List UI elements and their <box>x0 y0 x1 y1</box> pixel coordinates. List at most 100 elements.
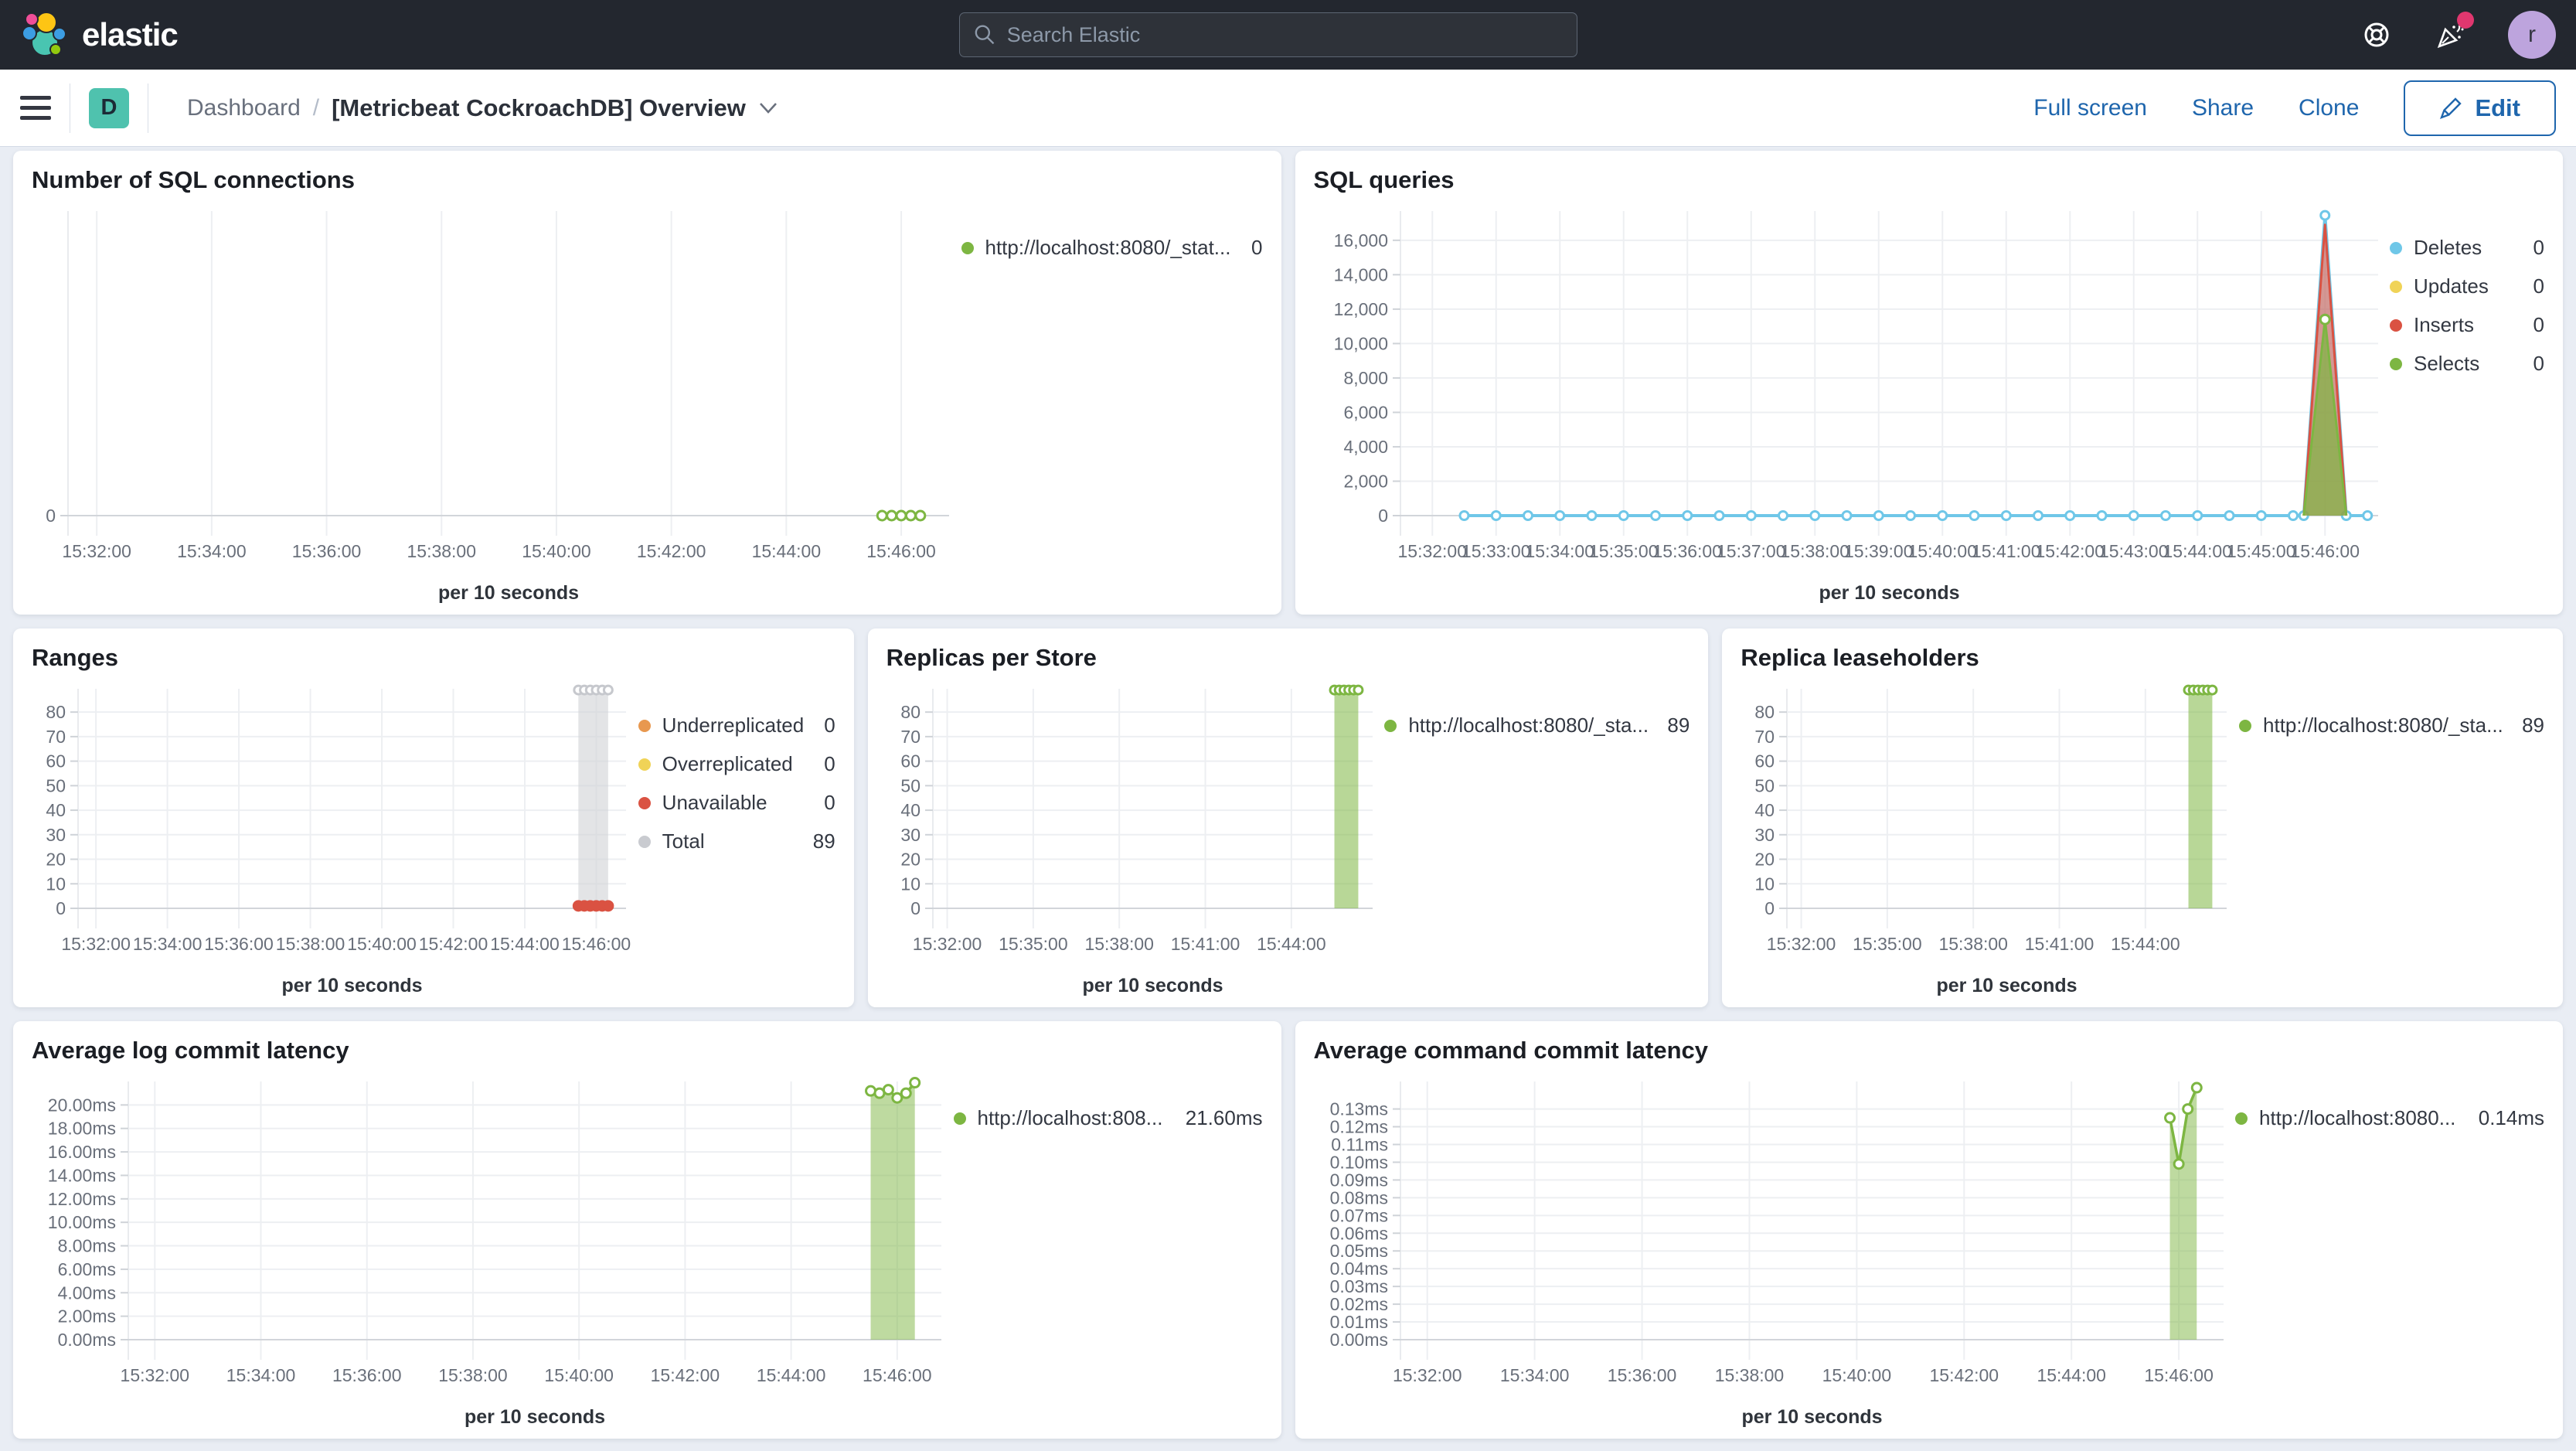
svg-text:0: 0 <box>1378 506 1388 526</box>
svg-text:15:35:00: 15:35:00 <box>1588 541 1658 561</box>
legend-item[interactable]: http://localhost:808... 21.60ms <box>953 1106 1263 1130</box>
legend-label: http://localhost:8080/_sta... <box>1408 714 1649 737</box>
svg-text:15:46:00: 15:46:00 <box>863 1365 932 1385</box>
legend-label: Underreplicated <box>662 714 805 737</box>
svg-text:15:44:00: 15:44:00 <box>757 1365 826 1385</box>
legend-item[interactable]: Unavailable 0 <box>638 791 835 815</box>
svg-text:0.07ms: 0.07ms <box>1329 1205 1387 1225</box>
chevron-down-icon[interactable] <box>758 101 778 115</box>
clone-button[interactable]: Clone <box>2299 95 2359 121</box>
panel-title: SQL queries <box>1313 166 1455 193</box>
chart-legend: Underreplicated 0 Overreplicated 0 Unavailab… <box>638 678 835 1000</box>
svg-text:15:42:00: 15:42:00 <box>651 1365 720 1385</box>
chart-average-log-commit-latency[interactable]: 15:32:00 15:34:00 15:36:00 15:38:00 15:40:00… <box>32 1071 954 1431</box>
svg-text:15:41:00: 15:41:00 <box>1971 541 2040 561</box>
svg-text:15:36:00: 15:36:00 <box>332 1365 402 1385</box>
legend-item[interactable]: http://localhost:8080/_sta... 89 <box>1384 714 1690 737</box>
legend-item[interactable]: Selects 0 <box>2390 352 2544 376</box>
elastic-logo[interactable]: elastic <box>20 10 179 60</box>
svg-text:0.00ms: 0.00ms <box>58 1330 116 1350</box>
svg-text:15:38:00: 15:38:00 <box>1939 934 2009 954</box>
legend-label: Overreplicated <box>662 752 793 775</box>
legend-label: Inserts <box>2414 313 2475 336</box>
legend-value: 21.60ms <box>1185 1106 1263 1129</box>
panel-title: Replicas per Store <box>886 644 1097 671</box>
svg-text:15:34:00: 15:34:00 <box>133 934 202 954</box>
legend-item[interactable]: http://localhost:8080... 0.14ms <box>2235 1106 2544 1130</box>
menu-button[interactable] <box>20 96 51 120</box>
svg-text:15:45:00: 15:45:00 <box>2226 541 2295 561</box>
panel-title: Replica leaseholders <box>1741 644 1979 671</box>
svg-text:80: 80 <box>1755 702 1775 722</box>
legend-item[interactable]: Total 89 <box>638 829 835 853</box>
svg-text:15:36:00: 15:36:00 <box>1607 1365 1676 1385</box>
legend-item[interactable]: http://localhost:8080/_sta... 89 <box>2239 714 2544 737</box>
legend-value: 0 <box>2533 313 2544 336</box>
news-button[interactable] <box>2434 12 2474 52</box>
legend-item[interactable]: http://localhost:8080/_stat... 0 <box>961 236 1263 260</box>
svg-text:per 10 seconds: per 10 seconds <box>1741 1406 1882 1428</box>
svg-text:16,000: 16,000 <box>1333 230 1387 250</box>
edit-button[interactable]: Edit <box>2404 80 2556 136</box>
full-screen-button[interactable]: Full screen <box>2033 95 2147 121</box>
svg-text:0.04ms: 0.04ms <box>1329 1259 1387 1279</box>
legend-swatch <box>638 835 651 848</box>
svg-text:0.03ms: 0.03ms <box>1329 1276 1387 1296</box>
chart-average-command-commit-latency[interactable]: 15:32:00 15:34:00 15:36:00 15:38:00 15:40:00… <box>1314 1071 2236 1431</box>
legend-item[interactable]: Overreplicated 0 <box>638 752 835 776</box>
avatar-initial: r <box>2528 22 2536 47</box>
chart-ranges[interactable]: 15:32:00 15:34:00 15:36:00 15:38:00 15:40:00… <box>32 678 638 1000</box>
legend-label: http://localhost:8080... <box>2259 1106 2456 1129</box>
svg-text:15:37:00: 15:37:00 <box>1716 541 1785 561</box>
svg-text:2,000: 2,000 <box>1343 471 1388 491</box>
search-input[interactable] <box>1006 22 1564 47</box>
legend-item[interactable]: Updates 0 <box>2390 274 2544 298</box>
legend-item[interactable]: Underreplicated 0 <box>638 714 835 737</box>
chart-replicas-per-store[interactable]: 15:32:00 15:35:00 15:38:00 15:41:00 15:44:00… <box>886 678 1385 1000</box>
legend-value: 0 <box>2533 352 2544 375</box>
legend-value: 0 <box>1251 236 1263 259</box>
svg-text:15:36:00: 15:36:00 <box>1652 541 1722 561</box>
chart-sql-queries[interactable]: 15:32:00 15:33:00 15:34:00 15:35:00 15:36:00… <box>1314 200 2391 607</box>
svg-text:0.06ms: 0.06ms <box>1329 1223 1387 1243</box>
svg-text:60: 60 <box>1755 751 1775 771</box>
svg-text:80: 80 <box>46 702 66 722</box>
breadcrumb-dashboard[interactable]: Dashboard <box>187 95 301 121</box>
chart-replica-leaseholders[interactable]: 15:32:00 15:35:00 15:38:00 15:41:00 15:44:00… <box>1741 678 2239 1000</box>
panel-number-of-sql-connections: Number of SQL connections 15:32:00 15:34:… <box>13 151 1281 615</box>
chart-legend: Deletes 0 Updates 0 Inserts 0 Selects 0 <box>2390 200 2544 607</box>
svg-text:15:44:00: 15:44:00 <box>752 541 822 561</box>
chart-number-of-sql-connections[interactable]: 15:32:00 15:34:00 15:36:00 15:38:00 15:40:00… <box>32 200 961 607</box>
svg-text:15:33:00: 15:33:00 <box>1461 541 1530 561</box>
svg-text:15:46:00: 15:46:00 <box>2290 541 2360 561</box>
svg-text:0: 0 <box>910 898 920 918</box>
svg-text:0.13ms: 0.13ms <box>1329 1099 1387 1119</box>
svg-text:per 10 seconds: per 10 seconds <box>438 582 579 604</box>
global-search[interactable] <box>959 12 1578 57</box>
brand-text: elastic <box>82 16 179 53</box>
legend-item[interactable]: Deletes 0 <box>2390 236 2544 260</box>
dashboard-app-badge[interactable]: D <box>89 87 129 128</box>
svg-text:40: 40 <box>1755 800 1775 820</box>
svg-text:15:36:00: 15:36:00 <box>204 934 274 954</box>
svg-text:0.09ms: 0.09ms <box>1329 1170 1387 1190</box>
svg-text:60: 60 <box>46 751 66 771</box>
legend-item[interactable]: Inserts 0 <box>2390 313 2544 337</box>
panel-replica-leaseholders: Replica leaseholders 15:32:00 15:35:00 15:… <box>1722 628 2564 1007</box>
svg-text:15:42:00: 15:42:00 <box>1929 1365 1999 1385</box>
legend-label: Deletes <box>2414 236 2482 259</box>
svg-text:0.11ms: 0.11ms <box>1331 1134 1388 1154</box>
avatar[interactable]: r <box>2508 11 2556 59</box>
svg-text:16.00ms: 16.00ms <box>48 1142 116 1162</box>
legend-label: Total <box>662 829 705 853</box>
share-button[interactable]: Share <box>2192 95 2254 121</box>
chart-legend: http://localhost:8080/_sta... 89 <box>1384 678 1690 1000</box>
legend-swatch <box>638 796 651 809</box>
help-button[interactable] <box>2360 18 2394 52</box>
svg-text:20.00ms: 20.00ms <box>48 1095 116 1115</box>
svg-text:15:41:00: 15:41:00 <box>2025 934 2094 954</box>
legend-value: 0 <box>824 752 835 775</box>
legend-label: http://localhost:8080/_sta... <box>2263 714 2503 737</box>
chart-legend: http://localhost:8080... 0.14ms <box>2235 1071 2544 1431</box>
svg-text:6,000: 6,000 <box>1343 402 1388 422</box>
